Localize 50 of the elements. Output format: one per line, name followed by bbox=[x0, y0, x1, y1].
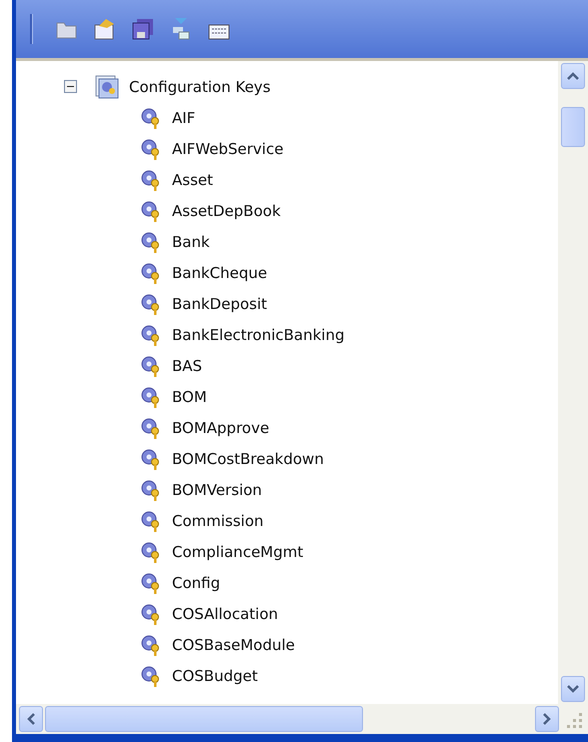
tree-item[interactable]: BOMCostBreakdown bbox=[172, 450, 324, 468]
tree-item[interactable]: BankElectronicBanking bbox=[172, 326, 344, 344]
tree-item[interactable]: Asset bbox=[172, 170, 214, 188]
collapse-toggle[interactable] bbox=[64, 80, 77, 93]
tree-item[interactable]: BOMVersion bbox=[172, 480, 262, 498]
tree-item[interactable]: COSAllocation bbox=[172, 604, 278, 622]
scroll-thumb[interactable] bbox=[561, 107, 585, 147]
gear-key-icon bbox=[140, 230, 162, 252]
config-folder-icon bbox=[95, 74, 119, 98]
tree-item[interactable]: ComplianceMgmt bbox=[172, 542, 304, 560]
tree-item[interactable]: COSBudget bbox=[172, 666, 258, 684]
gear-key-icon bbox=[140, 416, 162, 438]
gear-key-icon bbox=[140, 200, 162, 222]
tree-item[interactable]: BOMApprove bbox=[172, 418, 270, 436]
tree-item[interactable]: BOM bbox=[172, 388, 207, 406]
gear-key-icon bbox=[140, 138, 162, 160]
tree-item[interactable]: AIFWebService bbox=[172, 140, 284, 158]
gear-key-icon bbox=[140, 602, 162, 624]
scroll-right-button[interactable] bbox=[535, 706, 559, 732]
tree-item[interactable]: AIF bbox=[172, 108, 196, 126]
scroll-left-button[interactable] bbox=[19, 706, 43, 732]
scroll-thumb[interactable] bbox=[45, 706, 363, 732]
gear-key-icon bbox=[140, 354, 162, 376]
tree-item[interactable]: COSBaseModule bbox=[172, 636, 295, 654]
scroll-up-button[interactable] bbox=[561, 63, 585, 89]
gear-key-icon bbox=[140, 572, 162, 594]
gear-key-icon bbox=[140, 386, 162, 408]
tree-item[interactable]: Config bbox=[172, 574, 220, 592]
gear-key-icon bbox=[140, 292, 162, 314]
tree-item[interactable]: AssetDepBook bbox=[172, 202, 281, 220]
scroll-down-button[interactable] bbox=[561, 676, 585, 702]
gear-key-icon bbox=[140, 634, 162, 656]
gear-key-icon bbox=[140, 478, 162, 500]
gear-key-icon bbox=[140, 324, 162, 346]
tree-item[interactable]: BAS bbox=[172, 356, 202, 374]
gear-key-icon bbox=[140, 168, 162, 190]
gear-key-icon bbox=[140, 262, 162, 284]
gear-key-icon bbox=[140, 106, 162, 128]
tree-item[interactable]: Commission bbox=[172, 512, 264, 530]
gear-key-icon bbox=[140, 540, 162, 562]
tree-item[interactable]: Configuration Keys bbox=[129, 78, 271, 96]
horizontal-scrollbar[interactable] bbox=[16, 704, 588, 734]
gear-key-icon bbox=[140, 510, 162, 532]
tree-item[interactable]: BankCheque bbox=[172, 264, 268, 282]
tree-item[interactable]: Bank bbox=[172, 232, 210, 250]
gear-key-icon bbox=[140, 448, 162, 470]
gear-key-icon bbox=[140, 664, 162, 686]
tree-item[interactable]: BankDeposit bbox=[172, 294, 268, 312]
vertical-scrollbar[interactable] bbox=[558, 61, 588, 704]
save-icon[interactable] bbox=[131, 17, 155, 41]
